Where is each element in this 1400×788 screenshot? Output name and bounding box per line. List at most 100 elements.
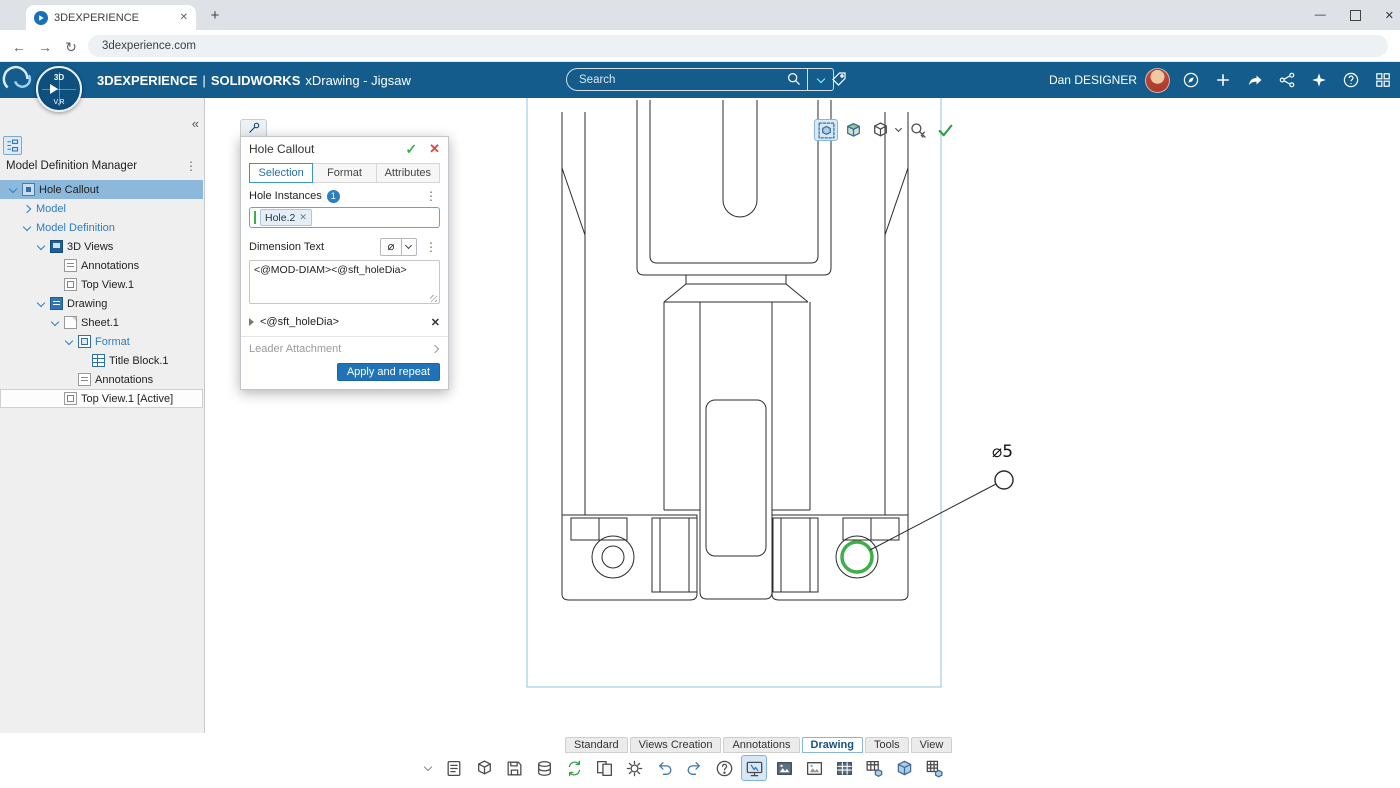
minimize-icon[interactable]: — — [1315, 9, 1326, 21]
dialog-docked-tab[interactable] — [240, 119, 267, 136]
edit-view-icon[interactable] — [814, 119, 838, 141]
tree-item-top-view-1-active[interactable]: Top View.1 [Active] — [0, 389, 203, 408]
save-icon[interactable] — [501, 755, 527, 781]
reload-icon[interactable]: ↻ — [60, 36, 82, 58]
avatar[interactable] — [1145, 67, 1170, 93]
image-frame-icon[interactable] — [801, 755, 827, 781]
instances-menu-icon[interactable]: ⋮ — [422, 189, 440, 203]
chevron-down-icon[interactable] — [64, 337, 74, 347]
leader-attachment-circle[interactable] — [994, 470, 1014, 490]
dimension-menu-icon[interactable]: ⋮ — [422, 240, 440, 254]
remove-variable-icon[interactable]: ✕ — [431, 316, 440, 329]
chevron-down-icon[interactable] — [36, 299, 46, 309]
explore-key-icon[interactable] — [906, 119, 930, 141]
panel-menu-icon[interactable]: ⋮ — [182, 159, 200, 173]
redo-icon[interactable] — [681, 755, 707, 781]
dialog-header[interactable]: Hole Callout ✓ ✕ — [241, 137, 448, 161]
chevron-down-icon[interactable] — [50, 318, 60, 328]
tree-item-drawing[interactable]: Drawing — [0, 294, 203, 313]
chevron-right-icon[interactable] — [22, 204, 32, 214]
share-network-icon[interactable] — [1278, 71, 1296, 89]
chevron-down-icon[interactable] — [36, 242, 46, 252]
bom-table-icon[interactable] — [861, 755, 887, 781]
tree-item-model-definition[interactable]: Model Definition — [0, 218, 203, 237]
chevron-down-icon[interactable] — [895, 126, 903, 134]
add-icon[interactable] — [1214, 71, 1232, 89]
hole-chip[interactable]: Hole.2 ✕ — [260, 209, 312, 226]
ribbon-tab-annotations[interactable]: Annotations — [723, 737, 800, 753]
tree-item-3d-views[interactable]: 3D Views — [0, 237, 203, 256]
tree-item-model[interactable]: Model — [0, 199, 203, 218]
toolbar-collapse-icon[interactable] — [420, 761, 435, 776]
ribbon-tab-drawing[interactable]: Drawing — [801, 737, 863, 753]
selected-hole-highlight[interactable] — [840, 540, 874, 574]
update-views-icon[interactable] — [561, 755, 587, 781]
back-icon[interactable]: ← — [8, 36, 30, 58]
accept-icon[interactable] — [933, 119, 957, 141]
collapse-panel-icon[interactable]: « — [192, 116, 199, 131]
hole-callout-label[interactable]: ⌀5 — [992, 442, 1013, 462]
leader-attachment-row[interactable]: Leader Attachment — [249, 337, 440, 360]
close-dialog-icon[interactable]: ✕ — [429, 141, 440, 157]
tab-close-icon[interactable]: ✕ — [180, 12, 188, 23]
remove-chip-icon[interactable]: ✕ — [299, 212, 307, 223]
display-style-icon[interactable] — [868, 119, 892, 141]
undo-icon[interactable] — [651, 755, 677, 781]
expand-triangle-icon[interactable] — [249, 318, 254, 326]
maximize-icon[interactable] — [1349, 9, 1361, 21]
help-icon[interactable] — [1342, 71, 1360, 89]
tree-item-sheet-1[interactable]: Sheet.1 — [0, 313, 203, 332]
diameter-symbol[interactable]: ⌀ — [381, 239, 401, 255]
share-icon[interactable] — [1246, 71, 1264, 89]
save-to-platform-icon[interactable] — [531, 755, 557, 781]
ok-icon[interactable]: ✓ — [405, 141, 417, 158]
apply-and-repeat-button[interactable]: Apply and repeat — [336, 363, 440, 381]
tree-item-annotations[interactable]: Annotations — [0, 256, 203, 275]
new-tab-icon[interactable]: + — [206, 7, 224, 24]
close-window-icon[interactable]: ✕ — [1385, 9, 1394, 22]
browser-tab[interactable]: 3DEXPERIENCE ✕ — [26, 5, 196, 30]
dialog-tab-selection[interactable]: Selection — [249, 163, 314, 183]
tree-item-top-view-1[interactable]: Top View.1 — [0, 275, 203, 294]
address-bar[interactable]: 3dexperience.com — [88, 35, 1388, 57]
ribbon-tab-tools[interactable]: Tools — [864, 737, 909, 753]
ribbon-tab-view[interactable]: View — [910, 737, 953, 753]
new-sheet-icon[interactable] — [441, 755, 467, 781]
chevron-down-icon[interactable] — [8, 185, 18, 195]
search-input[interactable] — [566, 68, 808, 91]
forward-icon[interactable]: → — [34, 36, 56, 58]
chevron-down-icon[interactable] — [22, 223, 32, 233]
tree-item-hole-callout[interactable]: Hole Callout — [0, 180, 203, 199]
tag-icon[interactable] — [830, 70, 848, 91]
ribbon-tab-standard[interactable]: Standard — [565, 737, 628, 753]
compass-widget[interactable]: 3D V,R — [36, 66, 82, 112]
insert-image-icon[interactable] — [771, 755, 797, 781]
variable-expander-row[interactable]: <@sft_holeDia> ✕ — [249, 312, 440, 332]
model-cube-icon[interactable] — [841, 119, 865, 141]
ribbon-tab-views-creation[interactable]: Views Creation — [629, 737, 722, 753]
capture-icon[interactable] — [741, 755, 767, 781]
replace-sheet-icon[interactable] — [591, 755, 617, 781]
help-icon[interactable] — [711, 755, 737, 781]
search-icon[interactable] — [786, 71, 802, 90]
tree-view-icon[interactable] — [3, 136, 22, 155]
account-area[interactable]: Dan DESIGNER — [1049, 62, 1170, 98]
compass-icon[interactable] — [1182, 71, 1200, 89]
grid-3d-icon[interactable] — [921, 755, 947, 781]
symbol-dropdown-arrow[interactable] — [401, 239, 416, 255]
options-icon[interactable] — [621, 755, 647, 781]
symbol-dropdown[interactable]: ⌀ — [380, 238, 417, 256]
dimension-text-input[interactable]: <@MOD-DIAM><@sft_holeDia> — [249, 260, 440, 304]
app-grid-icon[interactable] — [1374, 71, 1392, 89]
play-icon — [50, 84, 58, 94]
view-3d-icon[interactable] — [891, 755, 917, 781]
widgets-icon[interactable] — [1310, 71, 1328, 89]
dialog-tab-format[interactable]: Format — [312, 163, 377, 183]
projected-view-icon[interactable] — [471, 755, 497, 781]
tree-item-annotations[interactable]: Annotations — [0, 370, 203, 389]
tree-item-title-block-1[interactable]: Title Block.1 — [0, 351, 203, 370]
dialog-tab-attributes[interactable]: Attributes — [375, 163, 440, 183]
insert-table-icon[interactable] — [831, 755, 857, 781]
hole-instances-field[interactable]: Hole.2 ✕ — [249, 207, 440, 228]
tree-item-format[interactable]: Format — [0, 332, 203, 351]
